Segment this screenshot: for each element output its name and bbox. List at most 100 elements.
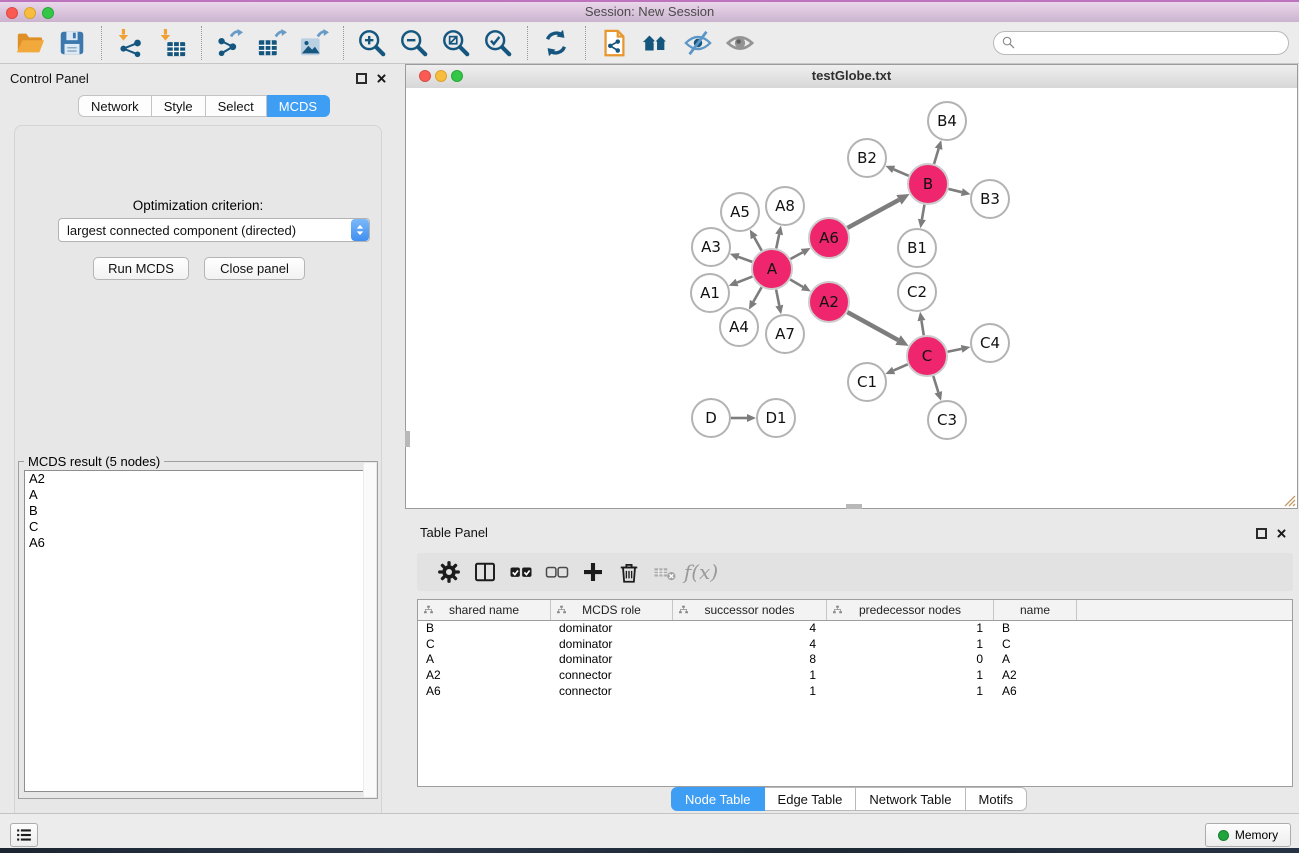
graph-node-B1[interactable]: B1: [898, 229, 936, 267]
graph-edge-A-A1[interactable]: [729, 277, 753, 287]
table-cell[interactable]: A2: [994, 668, 1077, 684]
graph-edge-A-A3[interactable]: [730, 253, 752, 262]
graph-node-A5[interactable]: A5: [721, 193, 759, 231]
zoom-fit-button[interactable]: [438, 25, 474, 61]
graph-edge-A-A6[interactable]: [790, 248, 810, 259]
graph-node-B4[interactable]: B4: [928, 102, 966, 140]
mcds-result-item[interactable]: C: [25, 519, 371, 535]
table-cell[interactable]: B: [418, 621, 551, 637]
table-cell[interactable]: A6: [418, 684, 551, 700]
table-cell[interactable]: A: [418, 652, 551, 668]
table-cell[interactable]: A: [994, 652, 1077, 668]
table-options-button[interactable]: [431, 557, 467, 587]
table-cell[interactable]: A2: [418, 668, 551, 684]
graph-edge-A-A8[interactable]: [775, 226, 783, 249]
table-cell[interactable]: 1: [827, 668, 994, 684]
graph-node-B2[interactable]: B2: [848, 139, 886, 177]
table-cell[interactable]: 4: [673, 637, 827, 653]
graph-edge-B-B3[interactable]: [948, 188, 970, 196]
resize-grip-icon[interactable]: [1281, 492, 1296, 507]
table-cell[interactable]: 1: [827, 637, 994, 653]
graph-node-A[interactable]: A: [752, 249, 792, 289]
tab-network[interactable]: Network: [78, 95, 152, 117]
graph-node-A7[interactable]: A7: [766, 315, 804, 353]
graph-node-A6[interactable]: A6: [809, 218, 849, 258]
search-field[interactable]: [993, 31, 1289, 55]
save-session-button[interactable]: [54, 25, 90, 61]
graph-node-A3[interactable]: A3: [692, 228, 730, 266]
float-panel-icon[interactable]: [1256, 528, 1267, 539]
graph-node-C3[interactable]: C3: [928, 401, 966, 439]
table-cell[interactable]: 1: [673, 684, 827, 700]
mcds-list-scrollbar[interactable]: [363, 463, 376, 797]
graph-edge-A-A5[interactable]: [750, 229, 762, 250]
graph-node-C[interactable]: C: [907, 336, 947, 376]
network-canvas[interactable]: B4B2BB3B1A5A8A6A3AA1A2C2A4A7C4CC1C3DD1: [406, 88, 1297, 508]
run-mcds-button[interactable]: Run MCDS: [93, 257, 189, 280]
table-cell[interactable]: 0: [827, 652, 994, 668]
table-cell[interactable]: 1: [827, 621, 994, 637]
table-cell[interactable]: connector: [551, 668, 673, 684]
unselect-all-button[interactable]: [539, 557, 575, 587]
zoom-in-button[interactable]: [354, 25, 390, 61]
close-panel-icon[interactable]: [1275, 527, 1288, 540]
tab-style[interactable]: Style: [152, 95, 206, 117]
table-cell[interactable]: A6: [994, 684, 1077, 700]
table-cell[interactable]: 4: [673, 621, 827, 637]
memory-button[interactable]: Memory: [1205, 823, 1291, 847]
tab-motifs[interactable]: Motifs: [966, 787, 1028, 811]
graph-edge-B-B1[interactable]: [918, 205, 926, 229]
search-input[interactable]: [1021, 33, 1288, 53]
table-cell[interactable]: 8: [673, 652, 827, 668]
show-panel-button[interactable]: [722, 25, 758, 61]
graph-edge-C-C4[interactable]: [948, 345, 971, 353]
table-row-a2[interactable]: A2connector11A2: [418, 668, 1292, 684]
column-header-mcds-role[interactable]: MCDS role: [551, 600, 673, 620]
table-cell[interactable]: C: [418, 637, 551, 653]
graph-edge-C-C3[interactable]: [933, 376, 942, 401]
network-window-titlebar[interactable]: testGlobe.txt: [406, 65, 1297, 89]
mcds-result-list[interactable]: A2ABCA6: [24, 470, 372, 792]
graph-node-D[interactable]: D: [692, 399, 730, 437]
table-row-c[interactable]: Cdominator41C: [418, 637, 1292, 653]
hide-panel-button[interactable]: [680, 25, 716, 61]
graph-edge-A6-B[interactable]: [847, 194, 909, 228]
table-cell[interactable]: connector: [551, 684, 673, 700]
import-table-button[interactable]: [154, 25, 190, 61]
graph-node-A8[interactable]: A8: [766, 187, 804, 225]
column-header-successor-nodes[interactable]: successor nodes: [673, 600, 827, 620]
zoom-selected-button[interactable]: [480, 25, 516, 61]
tab-edge-table[interactable]: Edge Table: [765, 787, 857, 811]
mcds-result-item[interactable]: A2: [25, 471, 371, 487]
import-network-button[interactable]: [112, 25, 148, 61]
optimization-criterion-dropdown[interactable]: largest connected component (directed): [58, 218, 370, 242]
export-table-button[interactable]: [254, 25, 290, 61]
refresh-network-button[interactable]: [538, 25, 574, 61]
export-network-button[interactable]: [212, 25, 248, 61]
graph-node-B3[interactable]: B3: [971, 180, 1009, 218]
task-history-button[interactable]: [10, 823, 38, 847]
show-columns-button[interactable]: [467, 557, 503, 587]
table-cell[interactable]: dominator: [551, 637, 673, 653]
graph-edge-A-A7[interactable]: [775, 290, 783, 315]
graph-edge-A2-C[interactable]: [847, 312, 908, 346]
graph-edge-A-A2[interactable]: [790, 280, 811, 292]
column-header-shared-name[interactable]: shared name: [418, 600, 551, 620]
close-panel-button[interactable]: Close panel: [204, 257, 305, 280]
export-image-button[interactable]: [296, 25, 332, 61]
graph-edge-B-B4[interactable]: [934, 140, 942, 164]
graph-node-A1[interactable]: A1: [691, 274, 729, 312]
column-header-predecessor-nodes[interactable]: predecessor nodes: [827, 600, 994, 620]
table-cell[interactable]: 1: [827, 684, 994, 700]
float-panel-icon[interactable]: [356, 73, 367, 84]
graph-edge-B-B2[interactable]: [885, 166, 908, 176]
window-edge-handle[interactable]: [405, 431, 410, 447]
mcds-result-item[interactable]: B: [25, 503, 371, 519]
table-row-a[interactable]: Adominator80A: [418, 652, 1292, 668]
table-cell[interactable]: 1: [673, 668, 827, 684]
open-session-button[interactable]: [12, 25, 48, 61]
table-cell[interactable]: B: [994, 621, 1077, 637]
table-row-b[interactable]: Bdominator41B: [418, 621, 1292, 637]
select-all-button[interactable]: [503, 557, 539, 587]
graph-node-A2[interactable]: A2: [809, 282, 849, 322]
